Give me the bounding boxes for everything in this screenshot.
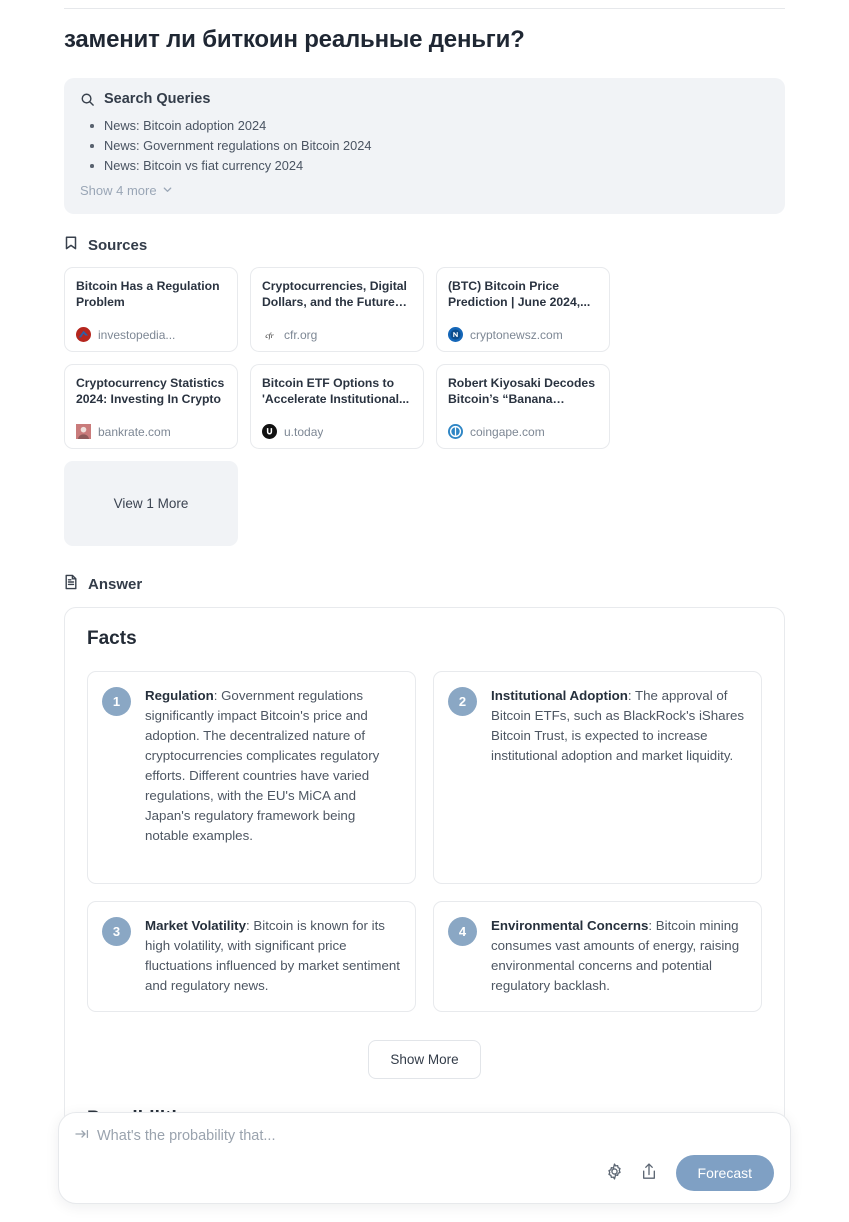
fact-term: Regulation <box>145 688 214 703</box>
source-footer: coingape.com <box>448 424 598 439</box>
source-card[interactable]: (BTC) Bitcoin Price Prediction | June 20… <box>436 267 610 352</box>
fact-term: Market Volatility <box>145 918 246 933</box>
fact-number-badge: 1 <box>102 687 131 716</box>
source-title: Cryptocurrencies, Digital Dollars, and t… <box>262 279 407 309</box>
source-footer: u.today <box>262 424 412 439</box>
search-queries-header: Search Queries <box>80 91 769 107</box>
sources-header: Sources <box>64 235 785 255</box>
search-query-item: News: Bitcoin vs fiat currency 2024 <box>90 156 769 176</box>
bookmark-icon <box>64 235 78 255</box>
view-more-sources-button[interactable]: View 1 More <box>64 461 238 546</box>
fact-item: 3 Market Volatility: Bitcoin is known fo… <box>87 901 416 1012</box>
svg-text:cfr: cfr <box>265 331 273 340</box>
fact-number-badge: 2 <box>448 687 477 716</box>
show-more-queries-label: Show 4 more <box>80 183 157 198</box>
source-footer: cfr cfr.org <box>262 327 412 342</box>
search-icon <box>80 92 95 107</box>
chevron-down-icon <box>162 183 173 198</box>
fact-text: Market Volatility: Bitcoin is known for … <box>145 916 400 996</box>
share-button[interactable] <box>640 1162 658 1184</box>
facts-grid: 1 Regulation: Government regulations sig… <box>87 671 762 1012</box>
source-title: Bitcoin ETF Options to 'Accelerate Insti… <box>262 376 410 406</box>
search-queries-title: Search Queries <box>104 91 211 107</box>
fact-number-badge: 4 <box>448 917 477 946</box>
fact-term: Environmental Concerns <box>491 918 649 933</box>
sources-title: Sources <box>88 236 148 254</box>
favicon-cryptonewsz <box>448 327 463 342</box>
source-card[interactable]: Robert Kiyosaki Decodes Bitcoin’s “Banan… <box>436 364 610 449</box>
fact-number-badge: 3 <box>102 917 131 946</box>
source-domain: cryptonewsz.com <box>470 327 563 342</box>
composer-actions: Forecast <box>605 1155 774 1191</box>
fact-text: Environmental Concerns: Bitcoin mining c… <box>491 916 746 996</box>
show-more-facts-wrap: Show More <box>87 1040 762 1079</box>
favicon-cfr: cfr <box>262 327 277 342</box>
source-domain: cfr.org <box>284 327 318 342</box>
source-card[interactable]: Bitcoin ETF Options to 'Accelerate Insti… <box>250 364 424 449</box>
conversation-scroll-area[interactable]: заменит ли биткоин реальные деньги? Sear… <box>0 9 849 1222</box>
answer-title: Answer <box>88 575 143 593</box>
sources-grid: Bitcoin Has a Regulation Problem investo… <box>64 267 785 546</box>
footer-disclaimer <box>0 1212 849 1222</box>
page-title: заменит ли биткоин реальные деньги? <box>64 26 525 53</box>
source-domain: investopedia... <box>98 327 176 342</box>
source-card[interactable]: Bitcoin Has a Regulation Problem investo… <box>64 267 238 352</box>
source-footer: cryptonewsz.com <box>448 327 598 342</box>
composer-bar: What's the probability that... Forecast <box>58 1112 791 1204</box>
forecast-button[interactable]: Forecast <box>675 1155 774 1191</box>
show-more-queries-button[interactable]: Show 4 more <box>80 183 173 198</box>
show-more-facts-button[interactable]: Show More <box>368 1040 481 1079</box>
source-footer: investopedia... <box>76 327 226 342</box>
fact-item: 4 Environmental Concerns: Bitcoin mining… <box>433 901 762 1012</box>
fact-item: 1 Regulation: Government regulations sig… <box>87 671 416 884</box>
fact-term: Institutional Adoption <box>491 688 628 703</box>
favicon-investopedia <box>76 327 91 342</box>
source-title: (BTC) Bitcoin Price Prediction | June 20… <box>448 279 591 309</box>
favicon-bankrate <box>76 424 91 439</box>
search-input[interactable]: What's the probability that... <box>97 1128 275 1144</box>
gear-icon <box>605 1162 624 1184</box>
share-icon <box>640 1162 658 1184</box>
fact-text: Regulation: Government regulations signi… <box>145 686 400 846</box>
settings-button[interactable] <box>605 1162 624 1184</box>
source-title: Bitcoin Has a Regulation Problem <box>76 279 220 309</box>
tab-arrow-icon <box>75 1127 89 1145</box>
fact-body: : Government regulations significantly i… <box>145 688 380 843</box>
source-domain: coingape.com <box>470 424 545 439</box>
app-page: заменит ли биткоин реальные деньги? Sear… <box>0 0 849 1222</box>
search-queries-list: News: Bitcoin adoption 2024 News: Govern… <box>80 116 769 176</box>
favicon-coingape <box>448 424 463 439</box>
source-title: Robert Kiyosaki Decodes Bitcoin’s “Banan… <box>448 376 595 406</box>
search-query-item: News: Bitcoin adoption 2024 <box>90 116 769 136</box>
source-title: Cryptocurrency Statistics 2024: Investin… <box>76 376 225 406</box>
search-queries-panel: Search Queries News: Bitcoin adoption 20… <box>64 78 785 214</box>
source-card[interactable]: Cryptocurrencies, Digital Dollars, and t… <box>250 267 424 352</box>
document-icon <box>64 574 78 594</box>
fact-text: Institutional Adoption: The approval of … <box>491 686 746 766</box>
composer-input-row[interactable]: What's the probability that... <box>75 1127 774 1145</box>
source-domain: bankrate.com <box>98 424 171 439</box>
search-query-item: News: Government regulations on Bitcoin … <box>90 136 769 156</box>
source-footer: bankrate.com <box>76 424 226 439</box>
source-domain: u.today <box>284 424 324 439</box>
source-card[interactable]: Cryptocurrency Statistics 2024: Investin… <box>64 364 238 449</box>
favicon-utoday <box>262 424 277 439</box>
fact-item: 2 Institutional Adoption: The approval o… <box>433 671 762 884</box>
answer-header: Answer <box>64 574 785 594</box>
facts-title: Facts <box>87 628 137 649</box>
